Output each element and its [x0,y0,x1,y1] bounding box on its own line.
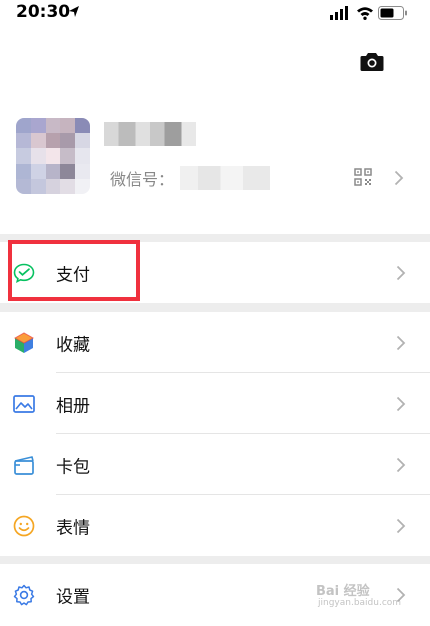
menu-item-cards[interactable]: 卡包 [0,434,430,495]
menu-item-favorites[interactable]: 收藏 [0,312,430,373]
status-time: 20:30 [16,2,71,22]
chevron-right-icon [394,170,404,186]
photo-album-icon [13,394,35,413]
battery-icon [378,6,407,20]
status-bar: 20:30 [0,0,430,26]
chevron-right-icon [396,457,406,472]
chevron-right-icon [396,265,406,280]
camera-icon[interactable] [360,52,384,72]
services-group: 收藏 相册 卡包 表情 [0,312,430,556]
menu-label-favorites: 收藏 [56,335,90,355]
qr-code-icon[interactable] [354,168,372,186]
chevron-right-icon [396,518,406,533]
wechat-id-blurred [180,166,270,190]
menu-item-stickers[interactable]: 表情 [0,495,430,556]
menu-item-album[interactable]: 相册 [0,373,430,434]
highlight-annotation-box [8,240,140,301]
menu-label-settings: 设置 [56,587,90,607]
profile-header[interactable]: 微信号： [0,26,430,234]
watermark-url: jingyan.baidu.com [318,598,402,608]
chevron-right-icon [396,396,406,411]
smiley-icon [13,515,35,536]
signal-icon [330,6,348,20]
watermark: Bai 经验 [316,584,370,599]
menu-label-album: 相册 [56,396,90,416]
card-wallet-icon [14,455,34,475]
menu-label-cards: 卡包 [56,457,90,477]
nickname-blurred [104,122,196,146]
wechat-id-label: 微信号： [110,170,175,189]
wifi-icon [357,7,373,20]
menu-label-stickers: 表情 [56,518,90,538]
gear-icon [13,584,35,605]
avatar[interactable] [16,118,90,194]
chevron-right-icon [396,335,406,350]
favorites-cube-icon [13,331,35,353]
location-arrow-icon [69,6,79,17]
